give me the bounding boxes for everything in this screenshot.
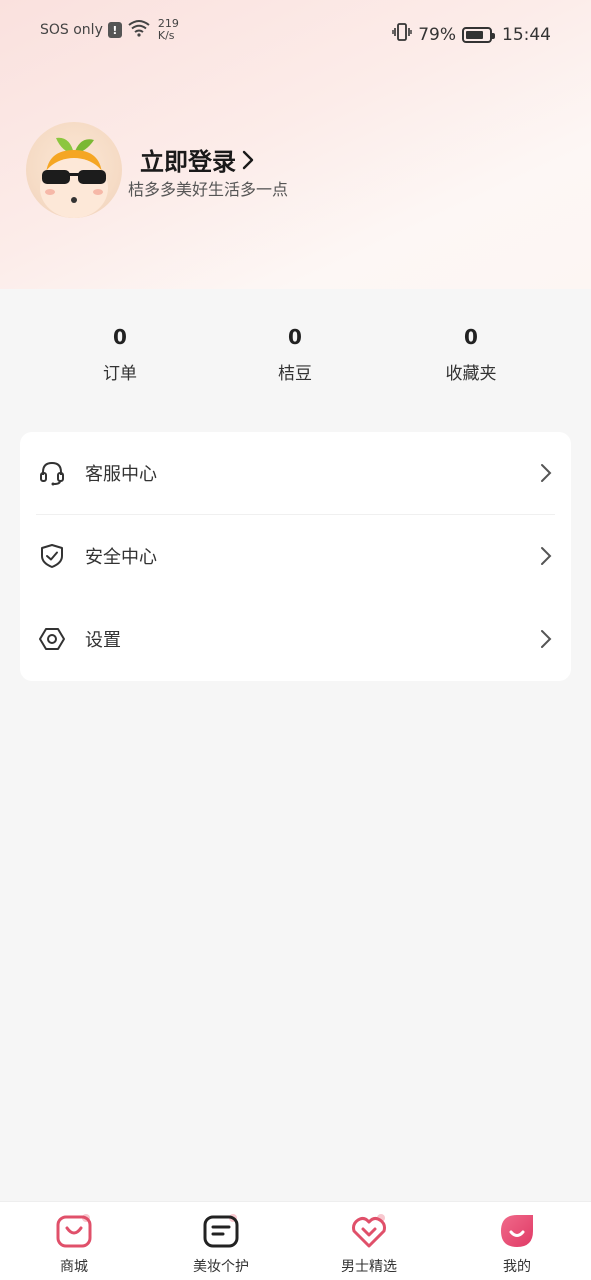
- shield-check-icon: [41, 544, 63, 568]
- heart-icon: [350, 1212, 388, 1250]
- nav-label: 我的: [503, 1259, 531, 1275]
- wifi-icon: [127, 19, 151, 41]
- status-left: SOS only ! 219 K/s: [40, 18, 179, 42]
- menu-item-settings[interactable]: 设置: [20, 598, 571, 680]
- battery-percent: 79%: [418, 24, 456, 45]
- menu-item-security-center[interactable]: 安全中心: [20, 515, 571, 597]
- battery-fill: [466, 30, 484, 39]
- stat-label: 收藏夹: [445, 364, 497, 384]
- nav-label: 美妆个护: [193, 1259, 249, 1275]
- menu-label: 设置: [85, 630, 121, 651]
- battery-icon: [462, 26, 495, 43]
- stat-orders[interactable]: 0 订单: [60, 325, 180, 384]
- settings-hexagon-icon: [39, 628, 65, 650]
- menu-card: 客服中心 安全中心 设置: [20, 432, 571, 681]
- stat-label: 桔豆: [278, 364, 312, 384]
- stat-beans[interactable]: 0 桔豆: [235, 325, 355, 384]
- chevron-right-icon: [541, 630, 552, 648]
- headset-icon: [40, 461, 64, 486]
- nav-tab-mine[interactable]: 我的: [457, 1212, 577, 1276]
- stat-value: 0: [113, 325, 127, 349]
- stat-favorites[interactable]: 0 收藏夹: [411, 325, 531, 384]
- nav-tab-beauty[interactable]: 美妆个护: [161, 1212, 281, 1276]
- shop-bag-icon: [55, 1212, 93, 1250]
- mascot-avatar-icon: [40, 137, 108, 218]
- menu-item-customer-service[interactable]: 客服中心: [20, 432, 571, 514]
- stat-value: 0: [464, 325, 478, 349]
- clock: 15:44: [502, 24, 551, 45]
- network-speed: 219 K/s: [158, 18, 179, 42]
- login-link[interactable]: 立即登录: [140, 142, 254, 177]
- stat-value: 0: [288, 325, 302, 349]
- nav-tab-mens[interactable]: 男士精选: [309, 1212, 429, 1276]
- bottom-nav: 商城 美妆个护 男士精选 我的: [0, 1201, 591, 1280]
- status-bar: SOS only ! 219 K/s 79% 15:44: [0, 0, 591, 66]
- chevron-right-icon: [541, 464, 552, 482]
- login-label: 立即登录: [140, 148, 236, 176]
- profile-subtitle: 桔多多美好生活多一点: [128, 180, 289, 199]
- profile-smile-icon: [498, 1212, 536, 1250]
- stat-label: 订单: [103, 364, 137, 384]
- nav-tab-shop[interactable]: 商城: [14, 1212, 134, 1276]
- nav-label: 男士精选: [341, 1259, 397, 1275]
- nav-label: 商城: [60, 1259, 88, 1275]
- menu-label: 客服中心: [85, 464, 157, 485]
- network-speed-unit: K/s: [157, 29, 175, 42]
- vibrate-icon: [392, 22, 412, 47]
- avatar[interactable]: [26, 122, 122, 218]
- stats-row: 0 订单 0 桔豆 0 收藏夹: [0, 325, 591, 385]
- chevron-right-icon: [541, 547, 552, 565]
- menu-label: 安全中心: [85, 547, 157, 568]
- carrier-text: SOS only: [40, 22, 103, 38]
- status-right: 79% 15:44: [392, 22, 551, 47]
- document-icon: [202, 1212, 240, 1250]
- chevron-right-icon: [242, 150, 254, 169]
- alert-icon: !: [107, 22, 122, 38]
